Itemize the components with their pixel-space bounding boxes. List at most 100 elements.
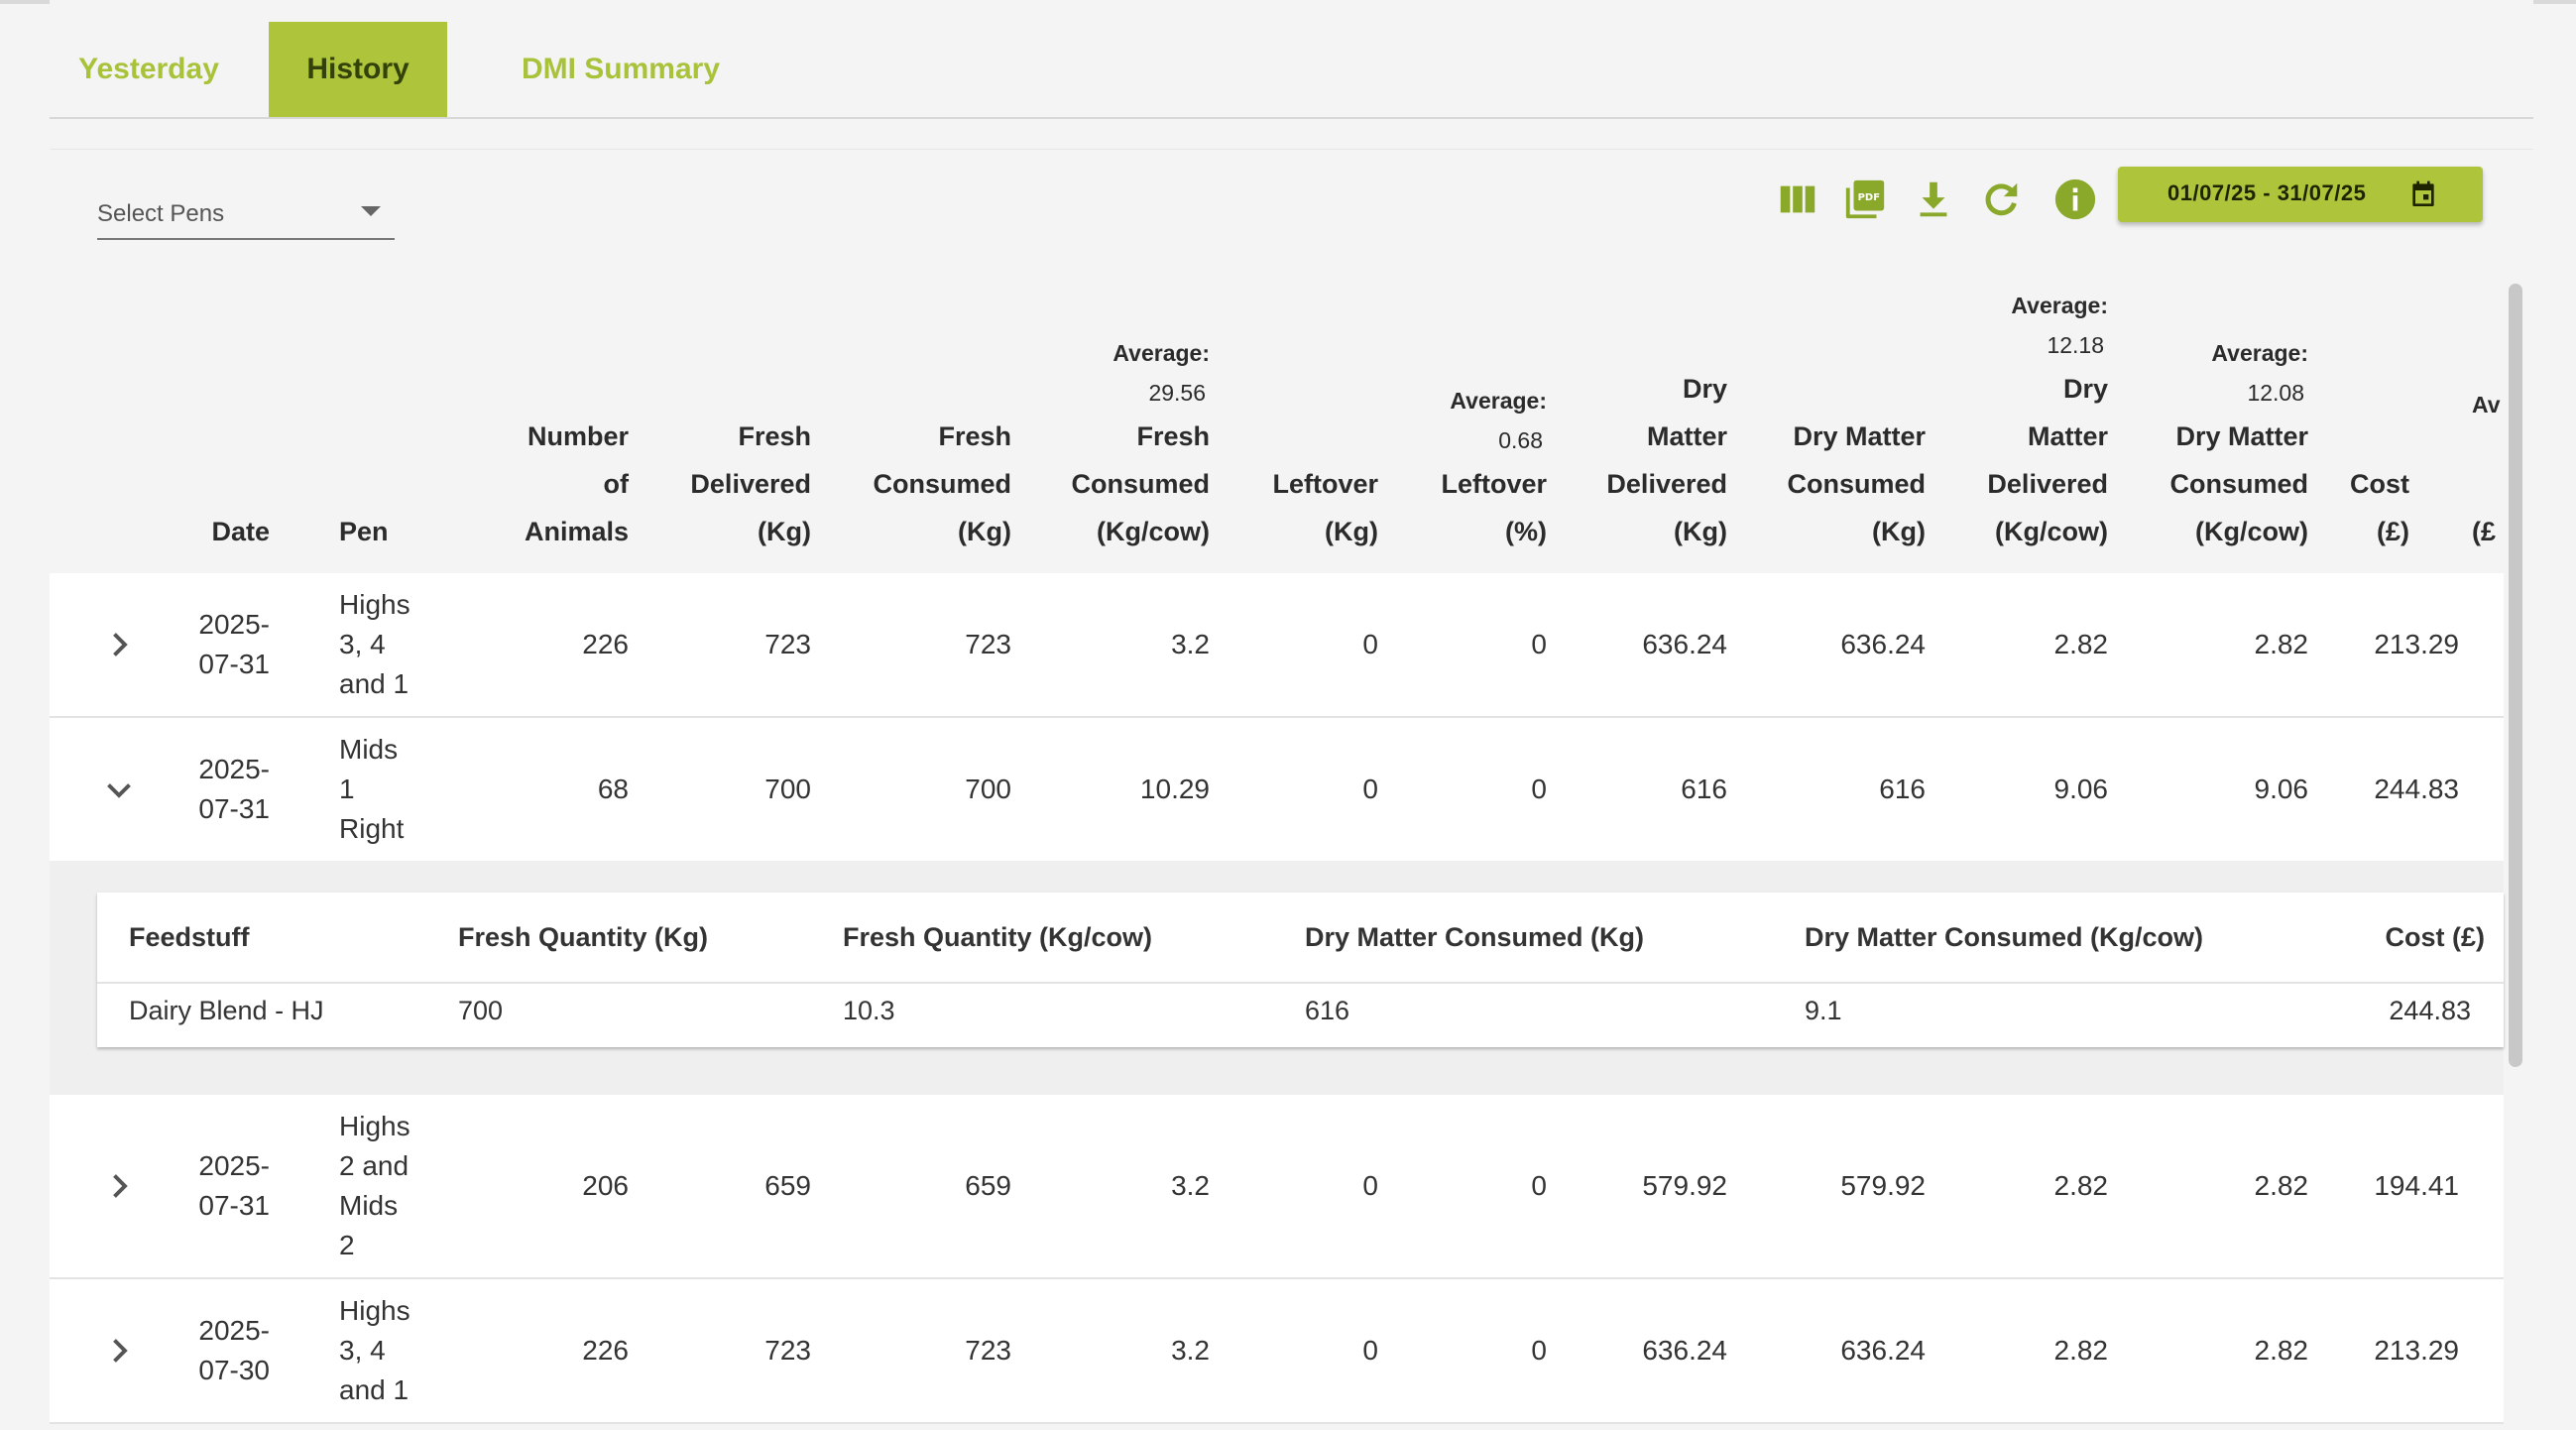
cell-dm-delivered-per-cow: 2.82 xyxy=(2053,1335,2109,1366)
pen-select[interactable]: Select Pens xyxy=(97,194,395,240)
cell-dm-delivered-per-cow: 2.82 xyxy=(2053,1170,2109,1201)
table-row-expanded[interactable]: 2025- 07-31 Mids 1 Right 68 700 700 10.29 0… xyxy=(50,718,2504,861)
cell-leftover: 0 xyxy=(1362,774,1378,804)
detail-cell-cost: 244.83 xyxy=(2389,996,2471,1025)
col-fresh-delivered[interactable]: Fresh Delivered (Kg) xyxy=(654,413,811,555)
table-row[interactable]: 2025- 07-31 Highs 3, 4 and 1 226 723 723 3.… xyxy=(50,573,2504,718)
cell-dm-consumed: 636.24 xyxy=(1840,629,1926,659)
detail-header-dm-consumed-cow: Dry Matter Consumed (Kg/cow) xyxy=(1805,922,2204,952)
cell-fresh-consumed: 723 xyxy=(965,1335,1011,1366)
chevron-right-icon[interactable] xyxy=(101,1168,137,1204)
info-icon[interactable] xyxy=(2052,177,2098,222)
cell-leftover-percent: 0 xyxy=(1531,629,1547,659)
table-row[interactable]: 2025- 07-30 Highs 3, 4 and 1 226 723 723 3.… xyxy=(50,1279,2504,1424)
detail-header-feedstuff: Feedstuff xyxy=(129,922,250,952)
col-cost[interactable]: Cost (£) xyxy=(2330,460,2409,555)
calendar-icon xyxy=(2412,180,2434,206)
tab-history[interactable]: History xyxy=(269,22,447,117)
cell-date: 2025- 07-30 xyxy=(198,1315,270,1385)
detail-cell-dm-consumed: 616 xyxy=(1305,996,1350,1025)
cell-leftover: 0 xyxy=(1362,1335,1378,1366)
cell-dm-delivered-per-cow: 2.82 xyxy=(2053,629,2109,659)
cell-fresh-consumed-per-cow: 3.2 xyxy=(1171,1170,1210,1201)
cell-fresh-consumed-per-cow: 10.29 xyxy=(1139,774,1210,804)
col-leftover[interactable]: Leftover (Kg) xyxy=(1229,460,1378,555)
cell-leftover: 0 xyxy=(1362,629,1378,659)
cell-pen: Highs 3, 4 and 1 xyxy=(339,589,410,699)
col-dm-delivered[interactable]: Dry Matter Delivered (Kg) xyxy=(1577,365,1727,555)
cell-dm-delivered: 616 xyxy=(1681,774,1727,804)
pen-select-label: Select Pens xyxy=(97,200,225,227)
cell-fresh-delivered: 723 xyxy=(764,629,811,659)
cell-leftover: 0 xyxy=(1362,1170,1378,1201)
col-avg-cost-unit-cut: (£ xyxy=(2472,517,2497,546)
cell-cost: 194.41 xyxy=(2374,1170,2459,1201)
col-fresh-consumed-per-cow[interactable]: Average: 29.56 Fresh Consumed (Kg/cow) xyxy=(1031,333,1210,555)
detail-header-fresh-qty: Fresh Quantity (Kg) xyxy=(458,922,709,952)
cell-fresh-consumed: 659 xyxy=(965,1170,1011,1201)
cell-fresh-delivered: 700 xyxy=(764,774,811,804)
detail-cell-fresh-qty: 700 xyxy=(458,996,504,1025)
cell-leftover-percent: 0 xyxy=(1531,1335,1547,1366)
cell-fresh-consumed-per-cow: 3.2 xyxy=(1171,1335,1210,1366)
col-avg-cost-cut[interactable]: Av xyxy=(2472,385,2504,424)
cell-fresh-delivered: 723 xyxy=(764,1335,811,1366)
tab-yesterday[interactable]: Yesterday xyxy=(50,22,248,117)
date-range-button[interactable]: 01/07/25 - 31/07/25 xyxy=(2118,167,2483,222)
cell-pen: Highs 2 and Mids 2 xyxy=(339,1111,410,1260)
col-dm-consumed[interactable]: Dry Matter Consumed (Kg) xyxy=(1755,413,1926,555)
table-row[interactable]: 2025- 07-31 Highs 2 and Mids 2 206 659 659 3… xyxy=(50,1095,2504,1279)
cell-fresh-consumed: 723 xyxy=(965,629,1011,659)
cell-dm-consumed: 616 xyxy=(1879,774,1926,804)
cell-animals: 226 xyxy=(582,629,629,659)
col-dm-delivered-per-cow[interactable]: Average: 12.18 Dry Matter Delivered (Kg/cow… xyxy=(1953,286,2108,555)
col-leftover-percent[interactable]: Average: 0.68 Leftover (%) xyxy=(1398,381,1547,555)
table-header: Date Pen Number of Animals Fresh Delivered(… xyxy=(50,278,2504,573)
cell-animals: 68 xyxy=(597,774,629,804)
cell-cost: 244.83 xyxy=(2374,774,2459,804)
cell-fresh-delivered: 659 xyxy=(764,1170,811,1201)
detail-cell-dm-consumed-cow: 9.1 xyxy=(1805,996,1842,1025)
pdf-icon[interactable]: PDF xyxy=(1842,177,1888,222)
detail-divider xyxy=(97,982,2504,984)
col-fresh-consumed[interactable]: Fresh Consumed (Kg) xyxy=(843,413,1011,555)
col-number-of-animals[interactable]: Number of Animals xyxy=(466,413,629,555)
cell-date: 2025- 07-31 xyxy=(198,609,270,679)
feedstuff-detail-table: Feedstuff Fresh Quantity (Kg) Fresh Quan… xyxy=(97,893,2504,1047)
col-pen[interactable]: Pen xyxy=(339,508,438,555)
cell-fresh-consumed: 700 xyxy=(965,774,1011,804)
cell-cost: 213.29 xyxy=(2374,629,2459,659)
cell-pen: Highs 3, 4 and 1 xyxy=(339,1295,410,1405)
cell-dm-delivered: 579.92 xyxy=(1642,1170,1727,1201)
cell-leftover-percent: 0 xyxy=(1531,1170,1547,1201)
cell-dm-consumed-per-cow: 2.82 xyxy=(2254,1335,2309,1366)
caret-down-icon xyxy=(361,206,381,216)
cell-dm-consumed-per-cow: 9.06 xyxy=(2254,774,2309,804)
chevron-right-icon[interactable] xyxy=(101,627,137,662)
toolbar-divider xyxy=(50,149,2533,150)
svg-text:PDF: PDF xyxy=(1858,192,1880,203)
cell-pen: Mids 1 Right xyxy=(339,734,405,844)
cell-animals: 226 xyxy=(582,1335,629,1366)
col-dm-consumed-per-cow[interactable]: Average: 12.08 Dry Matter Consumed (Kg/cow… xyxy=(2132,333,2308,555)
cell-dm-consumed: 579.92 xyxy=(1840,1170,1926,1201)
tab-dmi-summary[interactable]: DMI Summary xyxy=(472,22,769,117)
cell-dm-delivered: 636.24 xyxy=(1642,629,1727,659)
download-icon[interactable] xyxy=(1911,177,1956,222)
vertical-scrollbar[interactable] xyxy=(2509,284,2522,1067)
cell-date: 2025- 07-31 xyxy=(198,1150,270,1221)
cell-cost: 213.29 xyxy=(2374,1335,2459,1366)
detail-cell-feedstuff: Dairy Blend - HJ xyxy=(129,996,324,1025)
detail-header-dm-consumed: Dry Matter Consumed (Kg) xyxy=(1305,922,1645,952)
detail-cell-fresh-qty-cow: 10.3 xyxy=(843,996,895,1025)
refresh-icon[interactable] xyxy=(1978,177,2024,222)
col-date[interactable]: Date xyxy=(188,508,270,555)
chevron-down-icon[interactable] xyxy=(101,772,137,807)
date-range-label: 01/07/25 - 31/07/25 xyxy=(2167,180,2367,205)
cell-dm-delivered: 636.24 xyxy=(1642,1335,1727,1366)
cell-dm-delivered-per-cow: 9.06 xyxy=(2053,774,2109,804)
chevron-right-icon[interactable] xyxy=(101,1333,137,1369)
columns-icon[interactable] xyxy=(1775,177,1820,222)
cell-animals: 206 xyxy=(582,1170,629,1201)
cell-fresh-consumed-per-cow: 3.2 xyxy=(1171,629,1210,659)
